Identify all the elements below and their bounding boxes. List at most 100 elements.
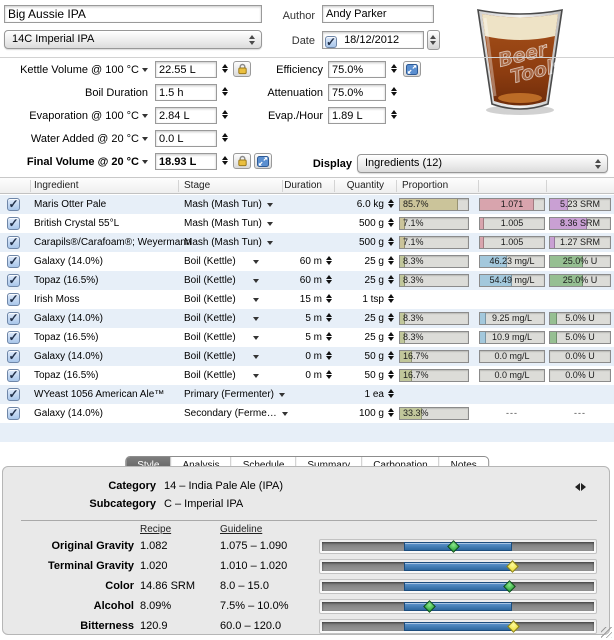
unit-dropdown-icon[interactable] xyxy=(142,137,148,142)
ingredient-checkbox[interactable]: ✓ xyxy=(7,350,20,363)
table-row[interactable]: ✓ Maris Otter Pale Mash (Mash Tun) 6.0 kg 85… xyxy=(0,195,614,214)
ingredient-checkbox[interactable]: ✓ xyxy=(7,312,20,325)
stepper-up-icon xyxy=(222,110,228,114)
param-value-field[interactable]: 75.0% xyxy=(328,61,386,78)
color-or-utilization-bar-value: 0.0% U xyxy=(565,351,595,361)
date-field[interactable]: ✓ 18/12/2012 xyxy=(322,31,424,49)
quantity-stepper[interactable] xyxy=(388,218,395,229)
stage-dropdown[interactable]: Mash (Mash Tun) xyxy=(184,214,273,233)
table-row[interactable]: ✓ Topaz (16.5%) Boil (Kettle) 5 m 25 g 8.3% 10… xyxy=(0,328,614,347)
date-stepper[interactable] xyxy=(427,30,440,50)
param-label[interactable]: Water Added @ 20 °C xyxy=(0,133,148,145)
quantity-stepper[interactable] xyxy=(388,332,395,343)
resize-grip[interactable] xyxy=(601,627,612,638)
stage-dropdown[interactable]: Boil (Kettle) xyxy=(184,252,259,271)
stage-dropdown[interactable]: Boil (Kettle) xyxy=(184,290,259,309)
metric-recipe-value: 120.9 xyxy=(140,620,168,632)
quantity-stepper[interactable] xyxy=(388,370,395,381)
scale-icon-button[interactable] xyxy=(254,153,272,169)
display-select[interactable]: Ingredients (12) xyxy=(357,154,608,173)
param-stepper[interactable] xyxy=(222,110,229,121)
color-or-utilization-bar-value: 0.0% U xyxy=(565,370,595,380)
ingredient-checkbox[interactable]: ✓ xyxy=(7,198,20,211)
quantity-stepper[interactable] xyxy=(388,199,395,210)
lock-icon-button[interactable] xyxy=(233,153,251,169)
stage-dropdown[interactable]: Secondary (Ferme… xyxy=(184,404,288,423)
quantity-stepper[interactable] xyxy=(388,408,395,419)
stage-dropdown[interactable]: Boil (Kettle) xyxy=(184,328,259,347)
date-checkbox[interactable]: ✓ xyxy=(325,36,337,48)
proportion-bar-value: 8.3% xyxy=(403,256,424,266)
stage-dropdown[interactable]: Mash (Mash Tun) xyxy=(184,233,273,252)
unit-dropdown-icon[interactable] xyxy=(142,68,148,73)
table-row[interactable]: ✓ WYeast 1056 American Ale™ Primary (Ferme… xyxy=(0,385,614,404)
param-value-field[interactable]: 75.0% xyxy=(328,84,386,101)
quantity-stepper[interactable] xyxy=(388,256,395,267)
stage-value: Primary (Fermenter) xyxy=(184,389,275,400)
ingredient-checkbox[interactable]: ✓ xyxy=(7,388,20,401)
stage-dropdown[interactable]: Boil (Kettle) xyxy=(184,271,259,290)
metric-label: Alcohol xyxy=(93,600,134,612)
quantity-stepper[interactable] xyxy=(388,313,395,324)
stage-dropdown[interactable]: Mash (Mash Tun) xyxy=(184,195,273,214)
table-row[interactable]: ✓ Topaz (16.5%) Boil (Kettle) 0 m 50 g 16.7% 0… xyxy=(0,366,614,385)
pane-switcher[interactable] xyxy=(575,482,589,492)
table-row[interactable]: ✓ Galaxy (14.0%) Secondary (Ferme… 100 g 33.… xyxy=(0,404,614,423)
stage-dropdown[interactable]: Boil (Kettle) xyxy=(184,366,259,385)
param-label[interactable]: Kettle Volume @ 100 °C xyxy=(0,64,148,76)
stepper-down-icon xyxy=(388,261,394,265)
table-row[interactable]: ✓ Topaz (16.5%) Boil (Kettle) 60 m 25 g 8.3% 5… xyxy=(0,271,614,290)
stage-dropdown[interactable]: Primary (Fermenter) xyxy=(184,385,286,404)
ingredient-checkbox[interactable]: ✓ xyxy=(7,407,20,420)
ingredient-checkbox[interactable]: ✓ xyxy=(7,217,20,230)
table-row[interactable]: ✓ Galaxy (14.0%) Boil (Kettle) 0 m 50 g 16.7%… xyxy=(0,347,614,366)
param-stepper[interactable] xyxy=(391,64,398,75)
table-row[interactable]: ✓ Irish Moss Boil (Kettle) 15 m 1 tsp xyxy=(0,290,614,309)
ingredient-checkbox[interactable]: ✓ xyxy=(7,331,20,344)
metric-guideline-value: 1.075 – 1.090 xyxy=(220,540,288,552)
style-select[interactable]: 14C Imperial IPA xyxy=(4,30,262,49)
recipe-name-input[interactable]: Big Aussie IPA xyxy=(4,5,262,23)
quantity-stepper[interactable] xyxy=(388,237,395,248)
param-label[interactable]: Evaporation @ 100 °C xyxy=(0,110,148,122)
ingredient-checkbox[interactable]: ✓ xyxy=(7,236,20,249)
quantity-stepper[interactable] xyxy=(388,294,395,305)
stage-dropdown[interactable]: Boil (Kettle) xyxy=(184,347,259,366)
ingredient-checkbox[interactable]: ✓ xyxy=(7,255,20,268)
color-or-utilization-bar-value: 5.0% U xyxy=(565,313,595,323)
table-row[interactable]: ✓ Carapils®/Carafoam®; Weyermann Mash (Mas… xyxy=(0,233,614,252)
param-value-field[interactable]: 0.0 L xyxy=(155,130,217,147)
param-value-field[interactable]: 2.84 L xyxy=(155,107,217,124)
quantity-stepper[interactable] xyxy=(388,275,395,286)
stage-dropdown[interactable]: Boil (Kettle) xyxy=(184,309,259,328)
ingredient-checkbox[interactable]: ✓ xyxy=(7,274,20,287)
author-input[interactable]: Andy Parker xyxy=(322,5,434,23)
param-stepper[interactable] xyxy=(391,110,398,121)
duration-value: 5 m xyxy=(305,313,322,324)
table-row[interactable]: ✓ British Crystal 55°L Mash (Mash Tun) 500 … xyxy=(0,214,614,233)
quantity-stepper[interactable] xyxy=(388,351,395,362)
param-stepper[interactable] xyxy=(222,156,229,167)
param-stepper[interactable] xyxy=(222,133,229,144)
scale-icon-button[interactable] xyxy=(403,61,421,77)
ingredient-checkbox[interactable]: ✓ xyxy=(7,293,20,306)
unit-dropdown-icon[interactable] xyxy=(142,160,148,165)
param-value-field[interactable]: 22.55 L xyxy=(155,61,217,78)
unit-dropdown-icon[interactable] xyxy=(142,114,148,119)
stepper-down-icon xyxy=(388,204,394,208)
quantity-stepper[interactable] xyxy=(388,389,395,400)
param-value-field[interactable]: 18.93 L xyxy=(155,153,217,170)
param-stepper[interactable] xyxy=(391,87,398,98)
param-label[interactable]: Final Volume @ 20 °C xyxy=(0,156,148,168)
param-stepper[interactable] xyxy=(222,87,229,98)
param-value-field[interactable]: 1.5 h xyxy=(155,84,217,101)
stepper-down-icon xyxy=(388,375,394,379)
recipe-column-header: Recipe xyxy=(140,524,172,535)
param-value-field[interactable]: 1.89 L xyxy=(328,107,386,124)
ingredient-checkbox[interactable]: ✓ xyxy=(7,369,20,382)
param-stepper[interactable] xyxy=(222,64,229,75)
table-row[interactable]: ✓ Galaxy (14.0%) Boil (Kettle) 60 m 25 g 8.3%… xyxy=(0,252,614,271)
gravity-or-mgl-bar-value: 1.005 xyxy=(500,237,524,247)
table-row[interactable]: ✓ Galaxy (14.0%) Boil (Kettle) 5 m 25 g 8.3% 9… xyxy=(0,309,614,328)
color-or-utilization-bar-value: 8.36 SRM xyxy=(559,218,601,228)
